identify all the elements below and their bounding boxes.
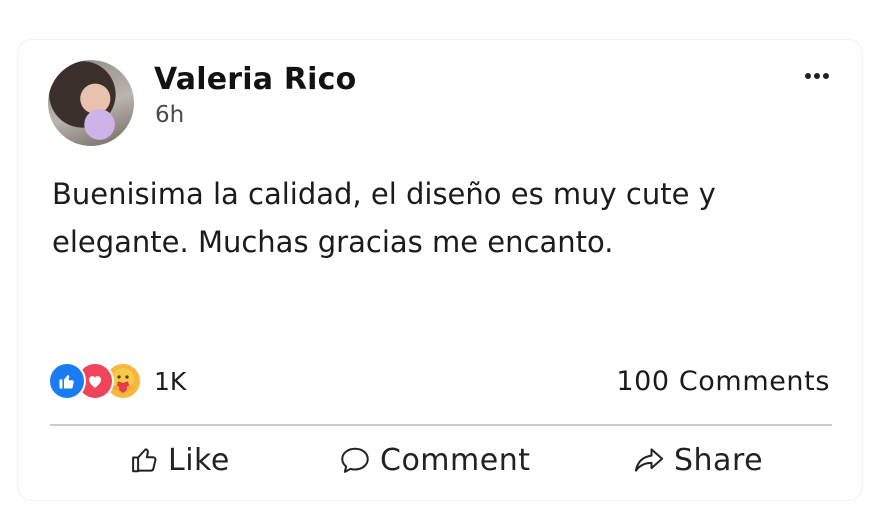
author-name[interactable]: Valeria Rico bbox=[154, 62, 356, 97]
like-reaction-icon bbox=[48, 362, 86, 400]
post-card: Valeria Rico 6h Buenisima la calidad, el… bbox=[18, 40, 862, 500]
post-text: Buenisima la calidad, el diseño es muy c… bbox=[52, 177, 716, 259]
comment-label: Comment bbox=[380, 442, 531, 478]
comments-count[interactable]: 100 Comments bbox=[616, 366, 830, 397]
more-dots-icon bbox=[805, 73, 829, 79]
share-label: Share bbox=[674, 442, 764, 478]
reaction-count: 1K bbox=[154, 366, 187, 396]
thumbs-up-icon bbox=[132, 448, 157, 473]
like-label: Like bbox=[168, 442, 230, 478]
comments-label: Comments bbox=[678, 366, 830, 397]
post-timestamp[interactable]: 6h bbox=[155, 102, 184, 128]
share-button[interactable]: Share bbox=[632, 440, 763, 480]
share-arrow-icon bbox=[634, 448, 664, 472]
comments-number: 100 bbox=[616, 366, 670, 397]
divider bbox=[50, 424, 832, 426]
like-button[interactable]: Like bbox=[130, 440, 230, 480]
more-options-button[interactable] bbox=[802, 68, 832, 84]
comment-button[interactable]: Comment bbox=[338, 440, 530, 480]
avatar[interactable] bbox=[48, 60, 134, 146]
reactions-summary[interactable]: 1K bbox=[48, 362, 186, 400]
comment-bubble-icon bbox=[341, 447, 369, 473]
